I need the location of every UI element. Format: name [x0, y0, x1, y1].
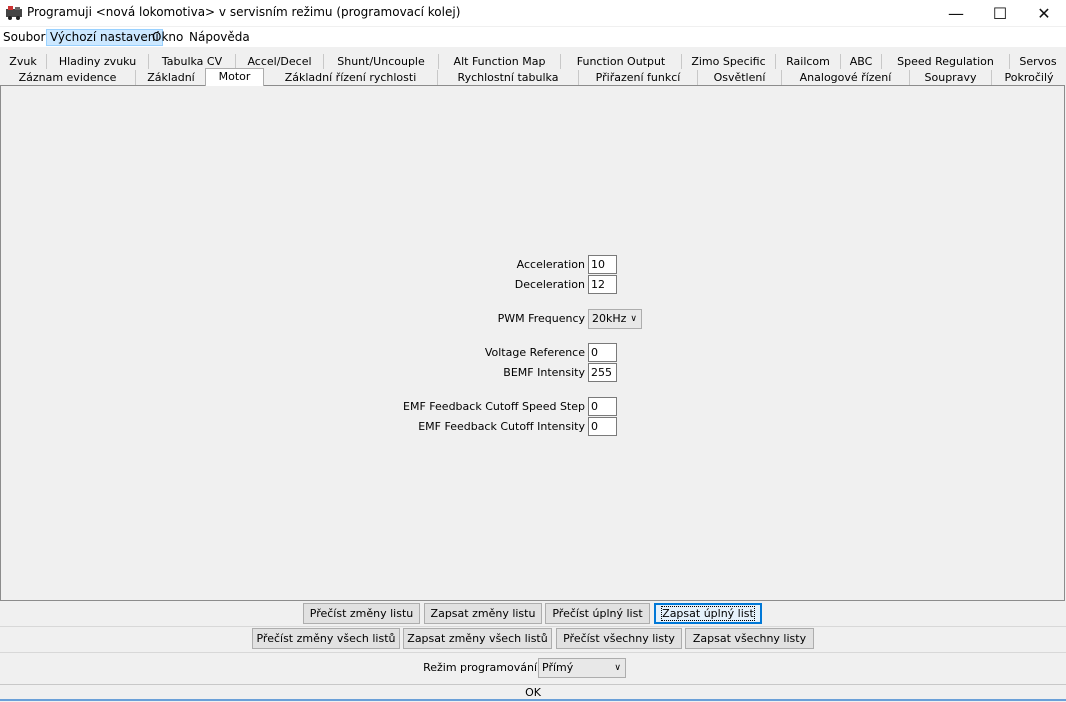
tab-zaznam-evidence[interactable]: Záznam evidence: [0, 70, 135, 85]
tab-abc[interactable]: ABC: [840, 54, 881, 69]
read-sheet-changes-button[interactable]: Přečíst změny listu: [303, 603, 420, 624]
deceleration-input[interactable]: 12: [588, 275, 617, 294]
tab-tabulka-cv[interactable]: Tabulka CV: [148, 54, 235, 69]
tab-zakladni-rizeni-rychlosti[interactable]: Základní řízení rychlosti: [263, 70, 437, 85]
minimize-icon: —: [948, 3, 964, 23]
menu-file[interactable]: Soubor: [0, 29, 48, 46]
tab-zakladni[interactable]: Základní: [135, 70, 206, 85]
write-all-sheets-changes-button[interactable]: Zapsat změny všech listů: [403, 628, 552, 649]
read-all-sheets-button[interactable]: Přečíst všechny listy: [556, 628, 682, 649]
tab-speed-regulation[interactable]: Speed Regulation: [881, 54, 1009, 69]
tab-function-output[interactable]: Function Output: [560, 54, 681, 69]
tab-servos[interactable]: Servos: [1009, 54, 1066, 69]
tab-pokrocily[interactable]: Pokročilý: [991, 70, 1066, 85]
close-button[interactable]: ✕: [1021, 0, 1066, 26]
tab-accel-decel[interactable]: Accel/Decel: [235, 54, 323, 69]
motor-settings-panel: [0, 85, 1065, 601]
separator: [0, 652, 1066, 653]
pwm-frequency-value: 20kHz: [592, 312, 627, 325]
tab-alt-function-map[interactable]: Alt Function Map: [438, 54, 560, 69]
locomotive-app-icon: [6, 6, 22, 20]
menu-defaults[interactable]: Výchozí nastavení: [46, 29, 163, 46]
close-icon: ✕: [1037, 3, 1051, 23]
title-bar: Programuji <nová lokomotiva> v servisním…: [0, 0, 1066, 26]
voltage-reference-label: Voltage Reference: [484, 346, 585, 359]
tab-motor-selected[interactable]: Motor: [205, 68, 264, 86]
write-full-sheet-label: Zapsat úplný list: [661, 606, 755, 621]
tab-analogove-rizeni[interactable]: Analogové řízení: [781, 70, 909, 85]
menu-window[interactable]: Okno: [149, 29, 186, 46]
separator: [0, 626, 1066, 627]
menu-help[interactable]: Nápověda: [186, 29, 253, 46]
programming-mode-value: Přímý: [542, 661, 574, 674]
chevron-down-icon: ∨: [614, 663, 621, 673]
bemf-intensity-input[interactable]: 255: [588, 363, 617, 382]
pwm-frequency-select[interactable]: 20kHz ∨: [588, 309, 642, 329]
tab-prirazeni-funkci[interactable]: Přiřazení funkcí: [578, 70, 697, 85]
tab-zimo-specific[interactable]: Zimo Specific: [681, 54, 775, 69]
write-all-sheets-button[interactable]: Zapsat všechny listy: [685, 628, 814, 649]
tab-rychlostni-tabulka[interactable]: Rychlostní tabulka: [437, 70, 578, 85]
emf-cutoff-intensity-label: EMF Feedback Cutoff Intensity: [418, 420, 585, 433]
tab-shunt-uncouple[interactable]: Shunt/Uncouple: [323, 54, 438, 69]
tab-zvuk[interactable]: Zvuk: [0, 54, 46, 69]
emf-cutoff-speed-step-label: EMF Feedback Cutoff Speed Step: [403, 400, 585, 413]
bemf-intensity-label: BEMF Intensity: [503, 366, 585, 379]
tab-soupravy[interactable]: Soupravy: [909, 70, 991, 85]
write-sheet-changes-button[interactable]: Zapsat změny listu: [424, 603, 542, 624]
pwm-frequency-label: PWM Frequency: [497, 312, 585, 325]
emf-cutoff-speed-step-input[interactable]: 0: [588, 397, 617, 416]
tab-hladiny-zvuku[interactable]: Hladiny zvuku: [46, 54, 148, 69]
deceleration-label: Deceleration: [514, 278, 585, 291]
window-title: Programuji <nová lokomotiva> v servisním…: [27, 5, 461, 19]
tab-osvetleni[interactable]: Osvětlení: [697, 70, 781, 85]
menu-bar: Soubor Výchozí nastavení Okno Nápověda: [0, 27, 1066, 47]
read-all-sheets-changes-button[interactable]: Přečíst změny všech listů: [252, 628, 400, 649]
maximize-icon: ☐: [992, 3, 1008, 23]
tab-railcom[interactable]: Railcom: [775, 54, 840, 69]
voltage-reference-input[interactable]: 0: [588, 343, 617, 362]
programming-mode-label: Režim programování: [423, 661, 537, 674]
chevron-down-icon: ∨: [630, 314, 637, 324]
acceleration-label: Acceleration: [516, 258, 585, 271]
read-full-sheet-button[interactable]: Přečíst úplný list: [545, 603, 650, 624]
maximize-button[interactable]: ☐: [977, 0, 1023, 26]
programming-mode-select[interactable]: Přímý ∨: [538, 658, 626, 678]
acceleration-input[interactable]: 10: [588, 255, 617, 274]
emf-cutoff-intensity-input[interactable]: 0: [588, 417, 617, 436]
tab-strip: Zvuk Hladiny zvuku Tabulka CV Accel/Dece…: [0, 53, 1066, 85]
minimize-button[interactable]: —: [933, 0, 979, 26]
write-full-sheet-button[interactable]: Zapsat úplný list: [654, 603, 762, 624]
